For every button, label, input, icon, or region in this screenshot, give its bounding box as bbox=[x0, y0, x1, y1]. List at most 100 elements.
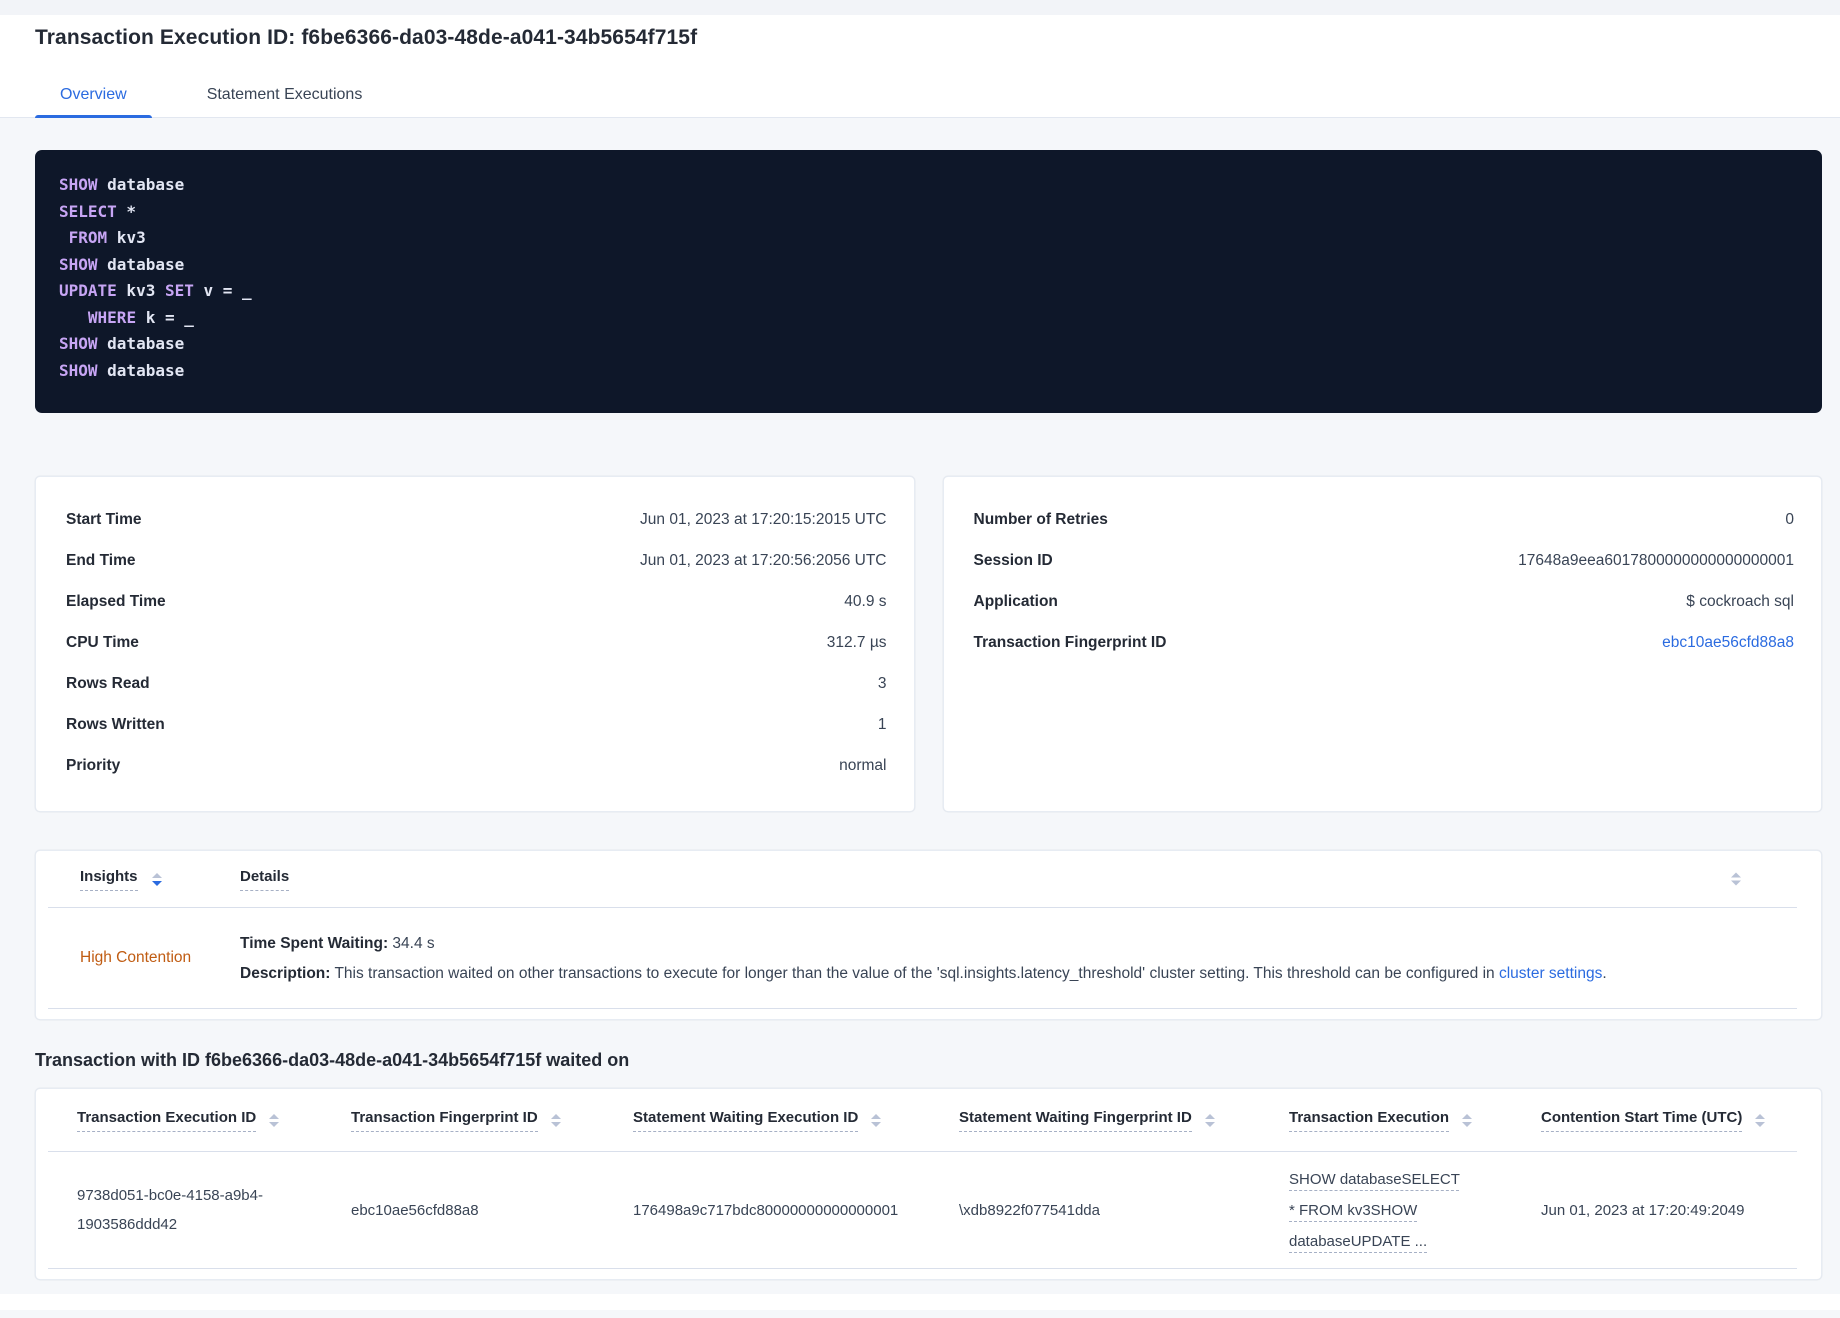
col-transaction-fingerprint-id[interactable]: Transaction Fingerprint ID bbox=[351, 1109, 633, 1132]
summary-row-priority: Priority normal bbox=[66, 745, 887, 786]
cell-statement-waiting-execution-id: 176498a9c717bdc80000000000000001 bbox=[633, 1201, 899, 1219]
col-contention-start-time-sort-icon[interactable] bbox=[1755, 1113, 1766, 1127]
summary-row-end-time: End Time Jun 01, 2023 at 17:20:56:2056 U… bbox=[66, 540, 887, 581]
high-contention-badge: High Contention bbox=[80, 949, 192, 966]
start-time-value: Jun 01, 2023 at 17:20:15:2015 UTC bbox=[640, 510, 887, 528]
txn-fingerprint-label: Transaction Fingerprint ID bbox=[973, 633, 1167, 651]
transaction-execution-id-value: 9738d051-bc0e-4158-a9b4-1903586ddd42 bbox=[77, 1187, 263, 1233]
time-spent-waiting-label: Time Spent Waiting: bbox=[240, 934, 389, 952]
summary-row-rows-read: Rows Read 3 bbox=[66, 663, 887, 704]
tab-overview-label: Overview bbox=[60, 86, 127, 103]
col-contention-start-time-label: Contention Start Time (UTC) bbox=[1541, 1109, 1743, 1132]
description-label: Description: bbox=[240, 964, 331, 982]
priority-label: Priority bbox=[66, 756, 121, 774]
waited-on-heading: Transaction with ID f6be6366-da03-48de-a… bbox=[35, 1050, 630, 1070]
summary-row-txn-fingerprint: Transaction Fingerprint ID ebc10ae56cfd8… bbox=[974, 622, 1795, 663]
retries-value: 0 bbox=[1785, 510, 1794, 528]
elapsed-time-value: 40.9 s bbox=[844, 592, 887, 610]
summary-row-rows-written: Rows Written 1 bbox=[66, 704, 887, 745]
tab-overview[interactable]: Overview bbox=[35, 86, 152, 118]
sort-desc-icon bbox=[151, 880, 162, 886]
insights-sort-icon[interactable] bbox=[151, 872, 162, 886]
col-statement-waiting-fingerprint-id[interactable]: Statement Waiting Fingerprint ID bbox=[959, 1109, 1289, 1132]
insights-table-header: Insights Details bbox=[36, 851, 1821, 907]
cluster-settings-link[interactable]: cluster settings bbox=[1499, 965, 1602, 982]
application-label: Application bbox=[973, 592, 1058, 610]
col-transaction-execution-label: Transaction Execution bbox=[1289, 1109, 1450, 1132]
time-spent-waiting-value: 34.4 s bbox=[388, 934, 435, 952]
cpu-time-value: 312.7 µs bbox=[826, 633, 887, 651]
retries-label: Number of Retries bbox=[973, 510, 1108, 528]
waited-table-row-divider bbox=[48, 1268, 1797, 1269]
description-line: Description: This transaction waited on … bbox=[240, 961, 1777, 986]
sort-desc-icon bbox=[1204, 1121, 1215, 1127]
insights-card: Insights Details High Contention Time Sp… bbox=[35, 850, 1822, 1020]
cell-transaction-fingerprint-id: ebc10ae56cfd88a8 bbox=[351, 1201, 479, 1219]
col-statement-waiting-fingerprint-id-sort-icon[interactable] bbox=[1204, 1113, 1215, 1127]
summary-row-elapsed-time: Elapsed Time 40.9 s bbox=[66, 581, 887, 622]
insights-row-divider bbox=[48, 1008, 1797, 1009]
col-transaction-fingerprint-id-sort-icon[interactable] bbox=[550, 1113, 561, 1127]
elapsed-time-label: Elapsed Time bbox=[66, 592, 166, 610]
col-statement-waiting-fingerprint-id-label: Statement Waiting Fingerprint ID bbox=[959, 1109, 1192, 1132]
description-text: This transaction waited on other transac… bbox=[330, 964, 1499, 982]
rows-read-value: 3 bbox=[877, 674, 887, 692]
bottom-bar bbox=[0, 1294, 1840, 1310]
insights-column-label: Insights bbox=[80, 868, 138, 891]
sort-asc-icon bbox=[1204, 1113, 1215, 1119]
cell-contention-start-time: Jun 01, 2023 at 17:20:49:2049 bbox=[1541, 1201, 1745, 1219]
sort-asc-icon bbox=[1731, 872, 1741, 878]
tab-statement-executions[interactable]: Statement Executions bbox=[182, 86, 388, 117]
rows-written-value: 1 bbox=[877, 715, 887, 733]
insights-right-sort-icon[interactable] bbox=[1731, 872, 1741, 886]
rows-written-label: Rows Written bbox=[66, 715, 165, 733]
sort-asc-icon bbox=[151, 872, 162, 878]
waited-table-header: Transaction Execution ID Transaction Fin… bbox=[36, 1089, 1821, 1151]
sort-desc-icon bbox=[871, 1121, 882, 1127]
priority-value: normal bbox=[839, 756, 887, 774]
sort-asc-icon bbox=[1462, 1113, 1473, 1119]
summary-row-session-id: Session ID 17648a9eea6017800000000000000… bbox=[974, 540, 1795, 581]
overview-content: SHOW database SELECT * FROM kv3 SHOW datab… bbox=[0, 150, 1840, 1310]
sort-desc-icon bbox=[1462, 1121, 1473, 1127]
sort-asc-icon bbox=[1755, 1113, 1766, 1119]
end-time-label: End Time bbox=[66, 551, 136, 569]
waited-table-row: 9738d051-bc0e-4158-a9b4-1903586ddd42 ebc… bbox=[36, 1152, 1821, 1268]
end-time-value: Jun 01, 2023 at 17:20:56:2056 UTC bbox=[640, 551, 887, 569]
col-transaction-execution-sort-icon[interactable] bbox=[1462, 1113, 1473, 1127]
col-contention-start-time[interactable]: Contention Start Time (UTC) bbox=[1541, 1109, 1791, 1132]
page-header: Transaction Execution ID: f6be6366-da03-… bbox=[0, 15, 1840, 118]
sort-desc-icon bbox=[1731, 880, 1741, 886]
page-title: Transaction Execution ID: f6be6366-da03-… bbox=[35, 26, 698, 49]
cell-statement-waiting-fingerprint-id: \xdb8922f077541dda bbox=[959, 1201, 1100, 1219]
cell-transaction-execution-id: 9738d051-bc0e-4158-a9b4-1903586ddd42 bbox=[77, 1181, 351, 1239]
summary-cards-row: Start Time Jun 01, 2023 at 17:20:15:2015… bbox=[35, 476, 1822, 812]
session-id-value: 17648a9eea6017800000000000000001 bbox=[1518, 551, 1794, 569]
insight-details: Time Spent Waiting: 34.4 s Description: … bbox=[240, 931, 1777, 986]
col-statement-waiting-execution-id[interactable]: Statement Waiting Execution ID bbox=[633, 1109, 959, 1132]
col-transaction-fingerprint-id-label: Transaction Fingerprint ID bbox=[351, 1109, 538, 1132]
col-transaction-execution-id-sort-icon[interactable] bbox=[269, 1113, 280, 1127]
txn-fingerprint-link[interactable]: ebc10ae56cfd88a8 bbox=[1662, 634, 1794, 652]
sort-asc-icon bbox=[871, 1113, 882, 1119]
summary-row-cpu-time: CPU Time 312.7 µs bbox=[66, 622, 887, 663]
insights-column-header[interactable]: Insights bbox=[80, 868, 240, 891]
summary-card-times: Start Time Jun 01, 2023 at 17:20:15:2015… bbox=[35, 476, 915, 812]
col-transaction-execution-id-label: Transaction Execution ID bbox=[77, 1109, 257, 1132]
summary-row-retries: Number of Retries 0 bbox=[974, 499, 1795, 540]
col-transaction-execution-id[interactable]: Transaction Execution ID bbox=[77, 1109, 351, 1132]
start-time-label: Start Time bbox=[66, 510, 142, 528]
transaction-execution-link[interactable]: SHOW databaseSELECT * FROM kv3SHOW datab… bbox=[1289, 1164, 1461, 1257]
summary-row-application: Application $ cockroach sql bbox=[974, 581, 1795, 622]
sort-desc-icon bbox=[550, 1121, 561, 1127]
details-column-header: Details bbox=[240, 868, 1777, 891]
insight-row-high-contention: High Contention Time Spent Waiting: 34.4… bbox=[36, 908, 1821, 1008]
col-statement-waiting-execution-id-sort-icon[interactable] bbox=[871, 1113, 882, 1127]
sort-asc-icon bbox=[269, 1113, 280, 1119]
sort-asc-icon bbox=[550, 1113, 561, 1119]
sort-desc-icon bbox=[269, 1121, 280, 1127]
sort-desc-icon bbox=[1755, 1121, 1766, 1127]
col-transaction-execution[interactable]: Transaction Execution bbox=[1289, 1109, 1541, 1132]
cell-transaction-execution: SHOW databaseSELECT * FROM kv3SHOW datab… bbox=[1289, 1164, 1541, 1257]
waited-on-table-card: Transaction Execution ID Transaction Fin… bbox=[35, 1088, 1822, 1280]
